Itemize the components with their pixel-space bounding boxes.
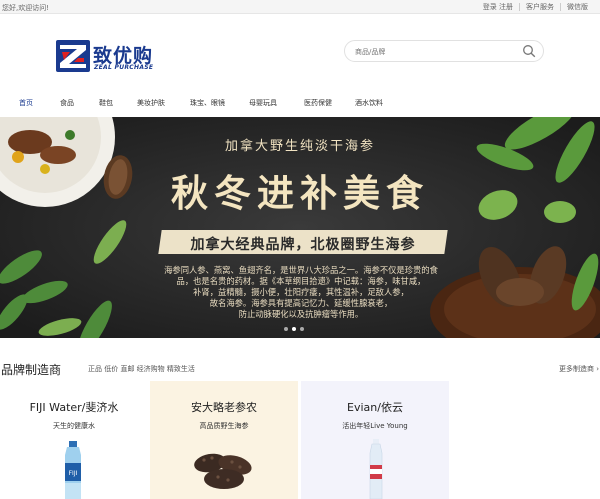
- wechat-link[interactable]: 微信版: [560, 3, 594, 11]
- search-box: [344, 40, 544, 62]
- main-nav: 首页 食品 鞋包 美妆护肤 珠宝、眼镜 母婴玩具 医药保健 酒水饮料: [0, 94, 600, 116]
- brand-card-subtitle: 天生的健康水: [53, 422, 95, 430]
- banner-description: 海参同人参、燕窝、鱼翅齐名，是世界八大珍品之一。海参不仅是珍贵的食 品，也是名贵…: [140, 265, 462, 320]
- hero-banner[interactable]: 加拿大野生纯淡干海参 秋冬进补美食 加拿大经典品牌，北极圈野生海参 海参同人参、…: [0, 117, 600, 338]
- banner-title: 加拿大野生纯淡干海参: [224, 139, 375, 154]
- slide-dot[interactable]: [284, 327, 288, 331]
- brand-card-subtitle: 高品质野生海参: [199, 422, 249, 430]
- svg-text:FIJI: FIJI: [69, 470, 78, 477]
- login-link[interactable]: 登录: [483, 3, 497, 11]
- login-register-links: 登录 注册: [477, 3, 519, 11]
- banner-headline: 秋冬进补美食: [171, 171, 429, 215]
- brand-card-evian[interactable]: Evian/依云 活出年轻Live Young: [301, 381, 449, 499]
- section-title: 品牌制造商: [1, 363, 62, 377]
- nav-item-drinks[interactable]: 酒水饮料: [355, 98, 383, 108]
- site-logo[interactable]: 致优购 ZEAL PURCHASE: [56, 40, 176, 74]
- brand-card-title: FIJI Water/斐济水: [29, 401, 119, 414]
- brand-section-header: 品牌制造商 正品 低价 直邮 经济购物 精致生活 更多制造商 ›: [0, 360, 600, 378]
- slide-dot-active[interactable]: [292, 327, 296, 331]
- logo-subtitle: ZEAL PURCHASE: [94, 64, 154, 71]
- banner-ribbon-text: 加拿大经典品牌，北极圈野生海参: [190, 237, 416, 253]
- banner-desc-line: 海参同人参、燕窝、鱼翅齐名，是世界八大珍品之一。海参不仅是珍贵的食: [164, 265, 438, 275]
- customer-service-link[interactable]: 客户服务: [519, 3, 560, 11]
- register-link[interactable]: 注册: [499, 3, 513, 11]
- sea-cucumber-image: [194, 453, 252, 489]
- brand-card-empty[interactable]: [452, 381, 600, 499]
- slide-dot[interactable]: [300, 327, 304, 331]
- banner-desc-line: 防止动脉硬化以及抗肿瘤等作用。: [238, 309, 364, 319]
- more-brands-link[interactable]: 更多制造商 ›: [559, 364, 599, 374]
- slide-indicators: [284, 327, 304, 331]
- search-icon[interactable]: [522, 44, 536, 58]
- top-links: 登录 注册 客户服务 微信版: [477, 3, 594, 11]
- brand-card-ontario-sea-cucumber[interactable]: 安大略老参农 高品质野生海参: [150, 381, 298, 499]
- nav-item-baby-toys[interactable]: 母婴玩具: [249, 98, 277, 108]
- header: 致优购 ZEAL PURCHASE: [0, 14, 600, 94]
- banner-desc-line: 品，也是名贵的药材。据《本草纲目拾遗》中记载：海参，味甘咸，: [176, 276, 426, 286]
- brand-card-title: Evian/依云: [347, 401, 403, 414]
- nav-item-food[interactable]: 食品: [60, 98, 74, 108]
- top-bar: 您好,欢迎访问! 登录 注册 客户服务 微信版: [0, 0, 600, 14]
- search-input[interactable]: [355, 45, 515, 58]
- nav-item-health[interactable]: 医药保健: [304, 98, 332, 108]
- fiji-bottle-image: FIJI: [65, 441, 81, 499]
- brand-card-title: 安大略老参农: [191, 401, 257, 414]
- nav-item-jewelry[interactable]: 珠宝、眼镜: [190, 98, 225, 108]
- evian-bottle-image: [369, 439, 383, 499]
- section-tags: 正品 低价 直邮 经济购物 精致生活: [88, 365, 195, 373]
- banner-desc-line: 补肾，益精髓，摄小便，壮阳疗痿，其性温补，足敌人参，: [193, 287, 409, 297]
- nav-item-bags[interactable]: 鞋包: [99, 98, 113, 108]
- nav-item-beauty[interactable]: 美妆护肤: [137, 98, 165, 108]
- brand-card-fiji[interactable]: FIJI Water/斐济水 天生的健康水 FIJI: [0, 381, 148, 499]
- nav-item-home[interactable]: 首页: [19, 98, 33, 108]
- banner-desc-line: 故名海参。海参具有提高记忆力、延缓性腺衰老，: [209, 298, 393, 308]
- logo-mark-icon: [56, 40, 90, 72]
- brand-card-subtitle: 活出年轻Live Young: [342, 422, 408, 430]
- welcome-text: 您好,欢迎访问!: [2, 4, 50, 12]
